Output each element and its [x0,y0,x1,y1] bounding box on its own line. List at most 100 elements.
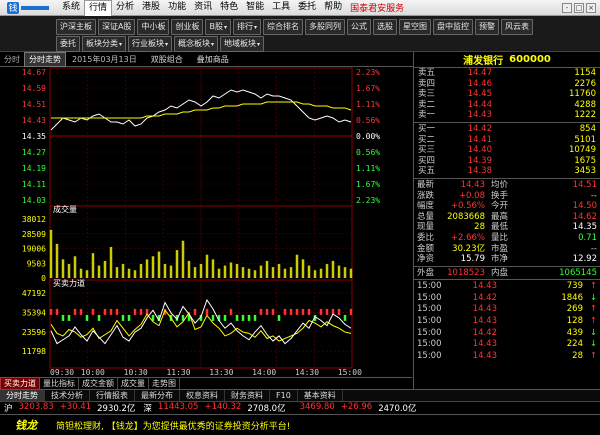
toolbar-button[interactable]: 风云表 [501,19,534,35]
toolbar-button[interactable]: 地域板块 [220,36,265,52]
trade-time: 15:00 [417,304,442,315]
menu-item[interactable]: 系统 [58,0,84,16]
toolbar-button[interactable]: 预警 [475,19,500,35]
svg-text:钱: 钱 [8,2,17,13]
minimize-button[interactable]: - [562,2,572,13]
toolbar-button[interactable]: 盘中监控 [433,19,474,35]
maximize-button[interactable]: □ [574,2,584,13]
trade-volume: 224 [566,339,583,350]
menu-item[interactable]: 帮助 [320,0,346,16]
toolbar-button[interactable]: 行业板块 [128,36,173,52]
stat-label: 总量 [417,211,435,222]
bid-list: 买一 14.42 854 买二 14.41 5101 买三 14.40 10749 买四 14.39… [414,124,600,177]
toolbar-button[interactable]: 中小板 [137,19,170,35]
indicator-tab[interactable]: 成交金额 [79,378,118,389]
close-button[interactable]: × [586,2,596,13]
time-tick-label: 14:00 [252,368,276,377]
price-tick-label: 14.43 [22,116,46,125]
toolbar-button[interactable]: 深证A股 [98,19,136,35]
broker-service-link[interactable]: 国泰君安服务 [350,1,404,14]
toolbar-button[interactable]: 排行 [233,19,262,35]
menu-item[interactable]: 工具 [268,0,294,16]
trade-row[interactable]: 15:00 14.43 739 ↑ [414,281,600,293]
menu-item[interactable]: 行情 [84,0,113,16]
toolbar-button[interactable]: 概念板块 [174,36,219,52]
view-tab[interactable]: 最新分布 [135,390,180,401]
toolbar-button[interactable]: 多股同列 [305,19,346,35]
view-tab[interactable]: F10 [270,390,298,401]
toolbar-button[interactable]: 综合排名 [263,19,304,35]
pct-tick-label: 0.00% [356,132,380,141]
trade-price: 14.43 [472,350,497,361]
stat-value: +0.56% [450,201,485,212]
order-volume: 1675 [574,155,596,166]
tab-intraday-trend[interactable]: 分时走势 [24,52,66,67]
toolbar-button[interactable]: B股 [205,19,231,35]
view-tab[interactable]: 财务资料 [225,390,270,401]
menu-item[interactable]: 特色 [216,0,242,16]
overlay-commodity-button[interactable]: 叠加商品 [197,54,229,65]
pct-tick-label: 1.67% [356,84,380,93]
toolbar-button[interactable]: 公式 [347,19,372,35]
inner-label: 内盘 [491,267,509,278]
menu-item[interactable]: 智能 [242,0,268,16]
dual-stock-combo-button[interactable]: 双股组合 [151,54,183,65]
trade-volume: 1846 [561,292,583,303]
order-volume: 854 [579,123,596,134]
stat-row: 委比 +2.66% 量比 0.71 [414,233,600,244]
order-row: 卖二 14.44 4288 [414,100,600,111]
toolbar-row-2: 委托板块分类行业板块概念板块地域板块 [56,36,265,52]
trade-row[interactable]: 15:00 14.43 28 ↑ [414,351,600,363]
price-tick-label: 14.27 [22,148,46,157]
view-tab[interactable]: 行情报表 [90,390,135,401]
order-volume: 3453 [574,166,596,177]
ticker-message[interactable]: 简钽松理财, 【钱龙】为您提供最优秀的证券投资分析平台! [56,419,290,432]
trade-row[interactable]: 15:00 14.43 128 ↑ [414,316,600,328]
intraday-chart[interactable]: 14.67 2.23% 14.59 1.67% 14.51 1.11% 14.43 0.56%… [0,67,412,377]
menu-item[interactable]: 港股 [138,0,164,16]
ask-list: 卖五 14.47 1154 卖四 14.46 2276 卖三 14.45 11760 卖二 14.4… [414,68,600,121]
toolbar-button[interactable]: 沪深主板 [56,19,96,35]
stat-row: 涨跌 +0.08 换手 -- [414,191,600,202]
stat-label: 量比 [491,232,509,243]
view-tab[interactable]: 分时走势 [0,390,45,401]
outer-value: 1018523 [447,267,485,278]
order-row: 卖三 14.45 11760 [414,89,600,100]
toolbar-button[interactable]: 委托 [56,36,80,52]
pct-tick-label: 1.11% [356,164,380,173]
menu-item[interactable]: 功能 [164,0,190,16]
trade-row[interactable]: 15:00 14.42 1846 ↓ [414,293,600,305]
indicator-tab[interactable]: 成交量 [118,378,149,389]
index-item[interactable]: 深 11443.05 +140.32 2708.0亿 [139,402,289,414]
view-tab[interactable]: 基本资料 [298,390,343,401]
volume-tick-label: 9503 [27,259,46,268]
index-item[interactable]: 3469.80 +26.96 2470.0亿 [290,402,421,414]
trade-row[interactable]: 15:00 14.43 224 ↓ [414,339,600,351]
menu-item[interactable]: 资讯 [190,0,216,16]
stat-row: 总量 2083668 最高 14.62 [414,212,600,223]
indicator-tab[interactable]: 走势图 [149,378,180,389]
trade-direction-icon: ↑ [589,350,597,361]
index-item[interactable]: 沪 3203.83 +30.41 2930.2亿 [0,402,139,414]
view-tab[interactable]: 权息资料 [180,390,225,401]
order-row: 买五 14.38 3453 [414,166,600,177]
trade-list[interactable]: 15:00 14.43 739 ↑ 15:00 14.42 1846 ↓ 15:00 14.43 2… [414,281,600,362]
price-tick-label: 14.11 [22,180,46,189]
menu-item[interactable]: 委托 [294,0,320,16]
order-volume: 5101 [574,134,596,145]
toolbar-button[interactable]: 板块分类 [82,36,127,52]
view-tab[interactable]: 技术分析 [45,390,90,401]
toolbar-button[interactable]: 创业板 [171,19,204,35]
order-row: 买四 14.39 1675 [414,156,600,167]
trade-time: 15:00 [417,339,442,350]
menu-item[interactable]: 分析 [112,0,138,16]
trade-time: 15:00 [417,327,442,338]
force-label: 买卖力道 [53,278,85,288]
stock-header: 浦发银行 600000 [414,52,600,68]
toolbar-button[interactable]: 选股 [373,19,398,35]
trade-row[interactable]: 15:00 14.43 269 ↑ [414,304,600,316]
trade-row[interactable]: 15:00 14.42 439 ↓ [414,328,600,340]
indicator-tab[interactable]: 量比指标 [40,378,79,389]
tab-intraday[interactable]: 分时 [0,53,24,66]
toolbar-button[interactable]: 星空图 [399,19,432,35]
